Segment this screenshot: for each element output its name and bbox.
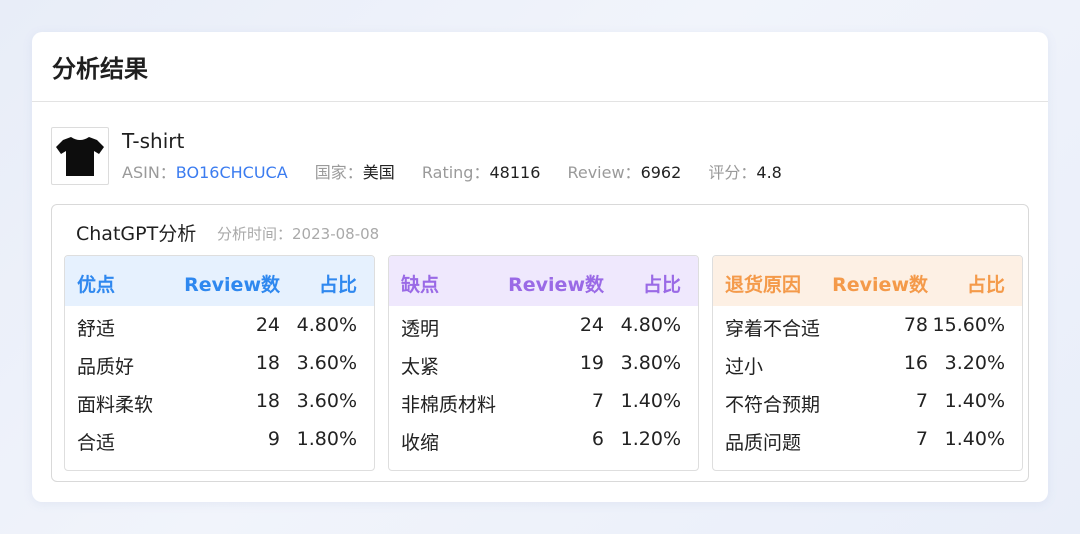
card-header: 分析结果 — [32, 32, 1048, 102]
row-count: 24 — [255, 314, 280, 336]
tshirt-icon — [56, 137, 104, 176]
row-ratio: 3.60% — [296, 390, 357, 412]
table-row: 品质好 18 3.60% — [65, 344, 374, 382]
row-label: 品质好 — [77, 356, 135, 378]
pros-header-count: Review数 — [184, 274, 280, 296]
table-row: 非棉质材料 7 1.40% — [389, 382, 698, 420]
analysis-result-card: 分析结果 T-shirt ASIN：BO16CHCUCA 国家：美国 Ratin… — [32, 32, 1048, 502]
row-ratio: 3.20% — [944, 352, 1005, 374]
row-ratio: 4.80% — [296, 314, 357, 336]
return-header-count: Review数 — [832, 274, 928, 296]
row-label: 舒适 — [77, 318, 116, 340]
row-label: 品质问题 — [725, 432, 802, 454]
row-label: 穿着不合适 — [725, 318, 821, 340]
return-header-ratio: 占比 — [966, 274, 1005, 296]
table-row: 品质问题 7 1.40% — [713, 420, 1022, 458]
asin-label: ASIN： — [122, 163, 176, 182]
table-row: 舒适 24 4.80% — [65, 306, 374, 344]
row-count: 24 — [579, 314, 604, 336]
row-ratio: 3.80% — [620, 352, 681, 374]
score-value: 4.8 — [756, 163, 782, 182]
analysis-time-label: 分析时间： — [217, 225, 293, 243]
product-meta: ASIN：BO16CHCUCA 国家：美国 Rating：48116 Revie… — [122, 159, 804, 183]
row-label: 太紧 — [401, 356, 440, 378]
row-ratio: 4.80% — [620, 314, 681, 336]
table-row: 过小 16 3.20% — [713, 344, 1022, 382]
table-row: 不符合预期 7 1.40% — [713, 382, 1022, 420]
row-ratio: 1.40% — [620, 390, 681, 412]
row-count: 7 — [915, 428, 928, 450]
row-count: 7 — [915, 390, 928, 412]
analysis-time-value: 2023-08-08 — [292, 225, 380, 243]
row-count: 16 — [903, 352, 928, 374]
card-title: 分析结果 — [52, 55, 148, 83]
row-label: 收缩 — [401, 432, 440, 454]
row-label: 透明 — [401, 318, 440, 340]
table-row: 面料柔软 18 3.60% — [65, 382, 374, 420]
cons-header-ratio: 占比 — [642, 274, 681, 296]
row-ratio: 1.40% — [944, 390, 1005, 412]
product-info: T-shirt ASIN：BO16CHCUCA 国家：美国 Rating：481… — [51, 127, 1011, 185]
row-count: 6 — [591, 428, 604, 450]
asin-link[interactable]: BO16CHCUCA — [176, 163, 288, 182]
cons-panel: 缺点 Review数 占比 透明 24 4.80% 太紧 19 3.80% 非棉… — [388, 255, 699, 471]
row-count: 9 — [267, 428, 280, 450]
return-header-label: 退货原因 — [725, 274, 802, 296]
chatgpt-analysis-box: ChatGPT分析 分析时间：2023-08-08 优点 Review数 占比 … — [51, 204, 1029, 482]
row-count: 18 — [255, 390, 280, 412]
cons-header-label: 缺点 — [401, 274, 440, 296]
row-label: 过小 — [725, 356, 764, 378]
row-ratio: 1.20% — [620, 428, 681, 450]
country-label: 国家： — [314, 163, 363, 182]
pros-header-ratio: 占比 — [318, 274, 357, 296]
row-label: 非棉质材料 — [401, 394, 497, 416]
analysis-title: ChatGPT分析 — [76, 223, 197, 245]
table-row: 太紧 19 3.80% — [389, 344, 698, 382]
row-ratio: 1.40% — [944, 428, 1005, 450]
product-name: T-shirt — [122, 129, 185, 153]
review-label: Review： — [567, 163, 641, 182]
table-row: 合适 9 1.80% — [65, 420, 374, 458]
return-reasons-header: 退货原因 Review数 占比 — [713, 256, 1022, 306]
row-count: 18 — [255, 352, 280, 374]
row-label: 合适 — [77, 432, 116, 454]
row-ratio: 15.60% — [932, 314, 1005, 336]
analysis-time: 分析时间：2023-08-08 — [217, 223, 379, 244]
table-row: 收缩 6 1.20% — [389, 420, 698, 458]
pros-header: 优点 Review数 占比 — [65, 256, 374, 306]
cons-header-count: Review数 — [508, 274, 604, 296]
rating-label: Rating： — [421, 163, 490, 182]
score-label: 评分： — [708, 163, 757, 182]
cons-header: 缺点 Review数 占比 — [389, 256, 698, 306]
table-row: 穿着不合适 78 15.60% — [713, 306, 1022, 344]
row-count: 19 — [579, 352, 604, 374]
row-ratio: 3.60% — [296, 352, 357, 374]
row-label: 面料柔软 — [77, 394, 154, 416]
return-reasons-panel: 退货原因 Review数 占比 穿着不合适 78 15.60% 过小 16 3.… — [712, 255, 1023, 471]
row-label: 不符合预期 — [725, 394, 821, 416]
rating-value: 48116 — [489, 163, 541, 182]
row-count: 78 — [903, 314, 928, 336]
country-value: 美国 — [362, 163, 395, 182]
row-count: 7 — [591, 390, 604, 412]
pros-header-label: 优点 — [77, 274, 116, 296]
table-row: 透明 24 4.80% — [389, 306, 698, 344]
pros-panel: 优点 Review数 占比 舒适 24 4.80% 品质好 18 3.60% 面… — [64, 255, 375, 471]
product-thumbnail[interactable] — [51, 127, 109, 185]
row-ratio: 1.80% — [296, 428, 357, 450]
review-value: 6962 — [640, 163, 682, 182]
